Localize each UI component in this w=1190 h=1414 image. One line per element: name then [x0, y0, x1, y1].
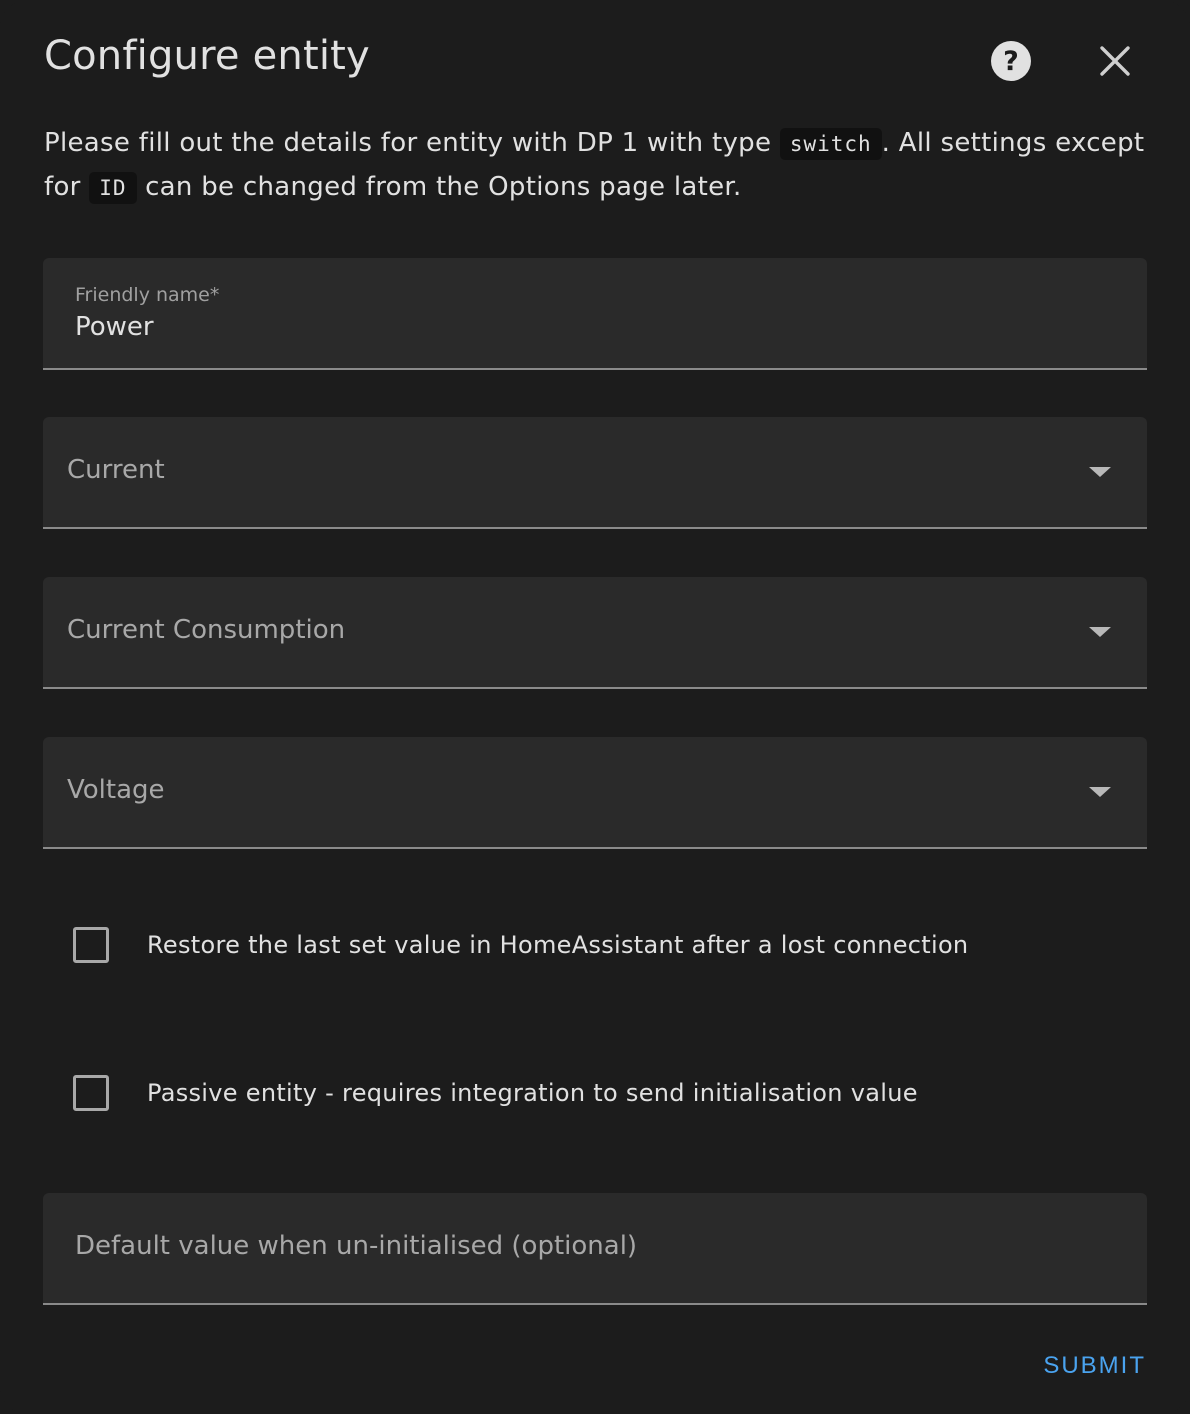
restore-on-reconnect-checkbox[interactable]	[73, 927, 109, 963]
current-select-label: Current	[67, 455, 165, 485]
default-value-placeholder[interactable]: Default value when un-initialised (optio…	[75, 1231, 637, 1261]
svg-text:?: ?	[1003, 46, 1019, 77]
close-icon	[1100, 46, 1130, 76]
friendly-name-label: Friendly name*	[75, 284, 220, 306]
default-value-field[interactable]: Default value when un-initialised (optio…	[43, 1193, 1147, 1305]
dialog-title: Configure entity	[44, 33, 370, 79]
dropdown-arrow-icon[interactable]	[1089, 627, 1111, 637]
submit-button[interactable]: SUBMIT	[1043, 1352, 1146, 1380]
voltage-select[interactable]: Voltage	[43, 737, 1147, 849]
close-button[interactable]	[1090, 36, 1140, 86]
restore-on-reconnect-label: Restore the last set value in HomeAssist…	[147, 931, 969, 959]
voltage-select-label: Voltage	[67, 775, 165, 805]
dialog-description: Please fill out the details for entity w…	[44, 122, 1154, 210]
friendly-name-field[interactable]: Friendly name* Power	[43, 258, 1147, 370]
current-select[interactable]: Current	[43, 417, 1147, 529]
restore-on-reconnect-row[interactable]: Restore the last set value in HomeAssist…	[73, 927, 968, 963]
help-button[interactable]: ?	[986, 36, 1036, 86]
friendly-name-value[interactable]: Power	[75, 312, 154, 342]
entity-type-code: switch	[779, 128, 882, 160]
passive-entity-label: Passive entity - requires integration to…	[147, 1079, 918, 1107]
description-text-1: Please fill out the details for entity w…	[44, 128, 780, 158]
configure-entity-dialog: Configure entity ? Please fill out the d…	[0, 0, 1190, 1414]
passive-entity-checkbox[interactable]	[73, 1075, 109, 1111]
help-circle-icon: ?	[991, 41, 1031, 81]
dropdown-arrow-icon[interactable]	[1089, 467, 1111, 477]
passive-entity-row[interactable]: Passive entity - requires integration to…	[73, 1075, 918, 1111]
current-consumption-select-label: Current Consumption	[67, 615, 346, 645]
description-text-3: can be changed from the Options page lat…	[136, 172, 742, 202]
current-consumption-select[interactable]: Current Consumption	[43, 577, 1147, 689]
id-code: ID	[89, 172, 137, 204]
dropdown-arrow-icon[interactable]	[1089, 787, 1111, 797]
